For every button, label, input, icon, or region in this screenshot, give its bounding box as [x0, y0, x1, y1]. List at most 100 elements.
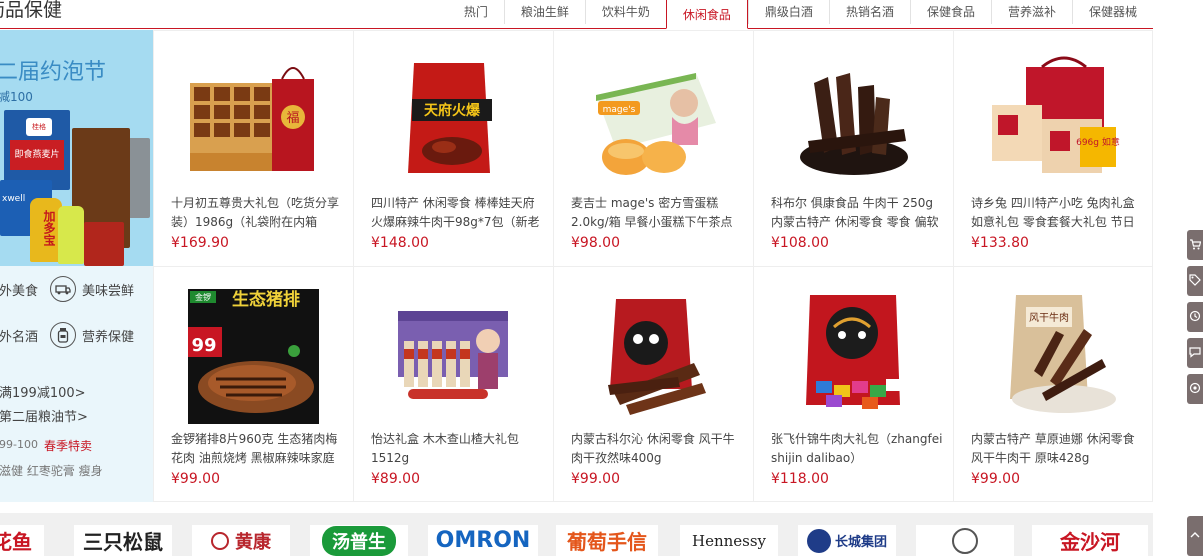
promo-spring-sale[interactable]: 春季特卖 [44, 437, 92, 454]
product-card[interactable]: 科布尔 俱康食品 牛肉干 250g 内蒙古特产 休闲零食 零食 偏软 ¥108.… [753, 30, 953, 266]
brand-logo[interactable]: 汤普生 [310, 525, 408, 556]
brand-logo[interactable]: 三只松鼠 [74, 525, 172, 556]
beef-bag-title: 天府火爆 [424, 102, 481, 119]
promo-link-discount[interactable]: 满199减100> [0, 382, 86, 401]
sidebar-tag[interactable] [1187, 266, 1203, 296]
cat-link-tasty[interactable]: 美味尝鲜 [50, 274, 134, 304]
floor-header: 药品保健 热门 粮油生鲜 饮料牛奶 休闲食品 鼎级白酒 热销名酒 保健食品 营养… [0, 0, 1153, 29]
tab-grain-fresh[interactable]: 粮油生鲜 [503, 0, 585, 24]
product-card[interactable]: 金锣 生态猪排 99 金锣猪排8片960克 生态猪肉梅花肉 油煎烧烤 黑椒麻辣味… [153, 266, 353, 502]
product-price: ¥89.00 [371, 471, 420, 487]
product-image: 696g 如意 [992, 56, 1120, 173]
sidebar-cart[interactable] [1187, 230, 1203, 260]
product-price: ¥169.90 [171, 235, 229, 251]
cat-link-nutrition[interactable]: 营养保健 [50, 320, 134, 350]
brand-name: 汤普生 [322, 525, 396, 556]
promo-link-oil-festival[interactable]: 第二届粮油节> [0, 406, 88, 425]
tab-hot[interactable]: 热门 [448, 0, 504, 24]
product-price: ¥118.00 [771, 471, 829, 487]
product-card[interactable]: 696g 如意 诗乡兔 四川特产小吃 兔肉礼盒 如意礼包 零食套餐大礼包 节日 … [953, 30, 1153, 266]
brand-name: OMRON [435, 528, 531, 553]
product-card[interactable]: 怡达礼盒 木木查山楂大礼包 1512g ¥89.00 [353, 266, 553, 502]
product-grid: 福 十月初五尊贵大礼包（吃货分享装）1986g（礼袋附在内箱 ¥169.90 天… [153, 30, 1153, 502]
brand-logo[interactable]: 金沙河 [1032, 525, 1148, 556]
jiaduobao-label: 加多宝 [42, 210, 56, 246]
product-name[interactable]: 张飞什锦牛肉大礼包（zhangfei shijin dalibao） [771, 430, 943, 468]
sidebar-message[interactable] [1187, 338, 1203, 368]
product-image: mage's [596, 73, 716, 175]
product-name[interactable]: 科布尔 俱康食品 牛肉干 250g 内蒙古特产 休闲零食 零食 偏软 [771, 194, 943, 232]
snack-box-image [84, 222, 124, 266]
brand-name: 长城集团 [834, 535, 887, 550]
floor-title: 药品保健 [0, 0, 63, 21]
brand-logo[interactable]: 花鱼 [0, 525, 44, 556]
product-price: ¥148.00 [371, 235, 429, 251]
brand-seal-icon [952, 527, 978, 554]
cat-link-liquor[interactable]: 外名酒 [0, 320, 38, 350]
pork-price-tag: 99 [191, 335, 216, 356]
product-name[interactable]: 金锣猪排8片960克 生态猪肉梅花肉 油煎烧烤 黑椒麻辣味家庭 [171, 430, 343, 468]
brand-logo[interactable]: 黄康 [192, 525, 290, 556]
history-icon [1189, 310, 1201, 325]
product-price: ¥99.00 [571, 471, 620, 487]
brand-logo[interactable]: Hennessy [680, 525, 778, 556]
product-card[interactable]: 福 十月初五尊贵大礼包（吃货分享装）1986g（礼袋附在内箱 ¥169.90 [153, 30, 353, 266]
brand-logo[interactable]: 葡萄手信 [556, 525, 658, 556]
sidebar-service[interactable] [1187, 374, 1203, 404]
pork-brand: 金锣 [195, 292, 211, 302]
product-card[interactable]: 天府火爆 四川特产 休闲零食 棒棒娃天府火爆麻辣牛肉干98g*7包（新老 ¥14… [353, 30, 553, 266]
cat-link-label: 美味尝鲜 [82, 283, 135, 299]
tab-health-food[interactable]: 保健食品 [909, 0, 991, 24]
product-image [398, 311, 508, 399]
promo-list: 满199减100> 第二届粮油节> 99-100 春季特卖 滋健 红枣驼膏 瘦身 [0, 358, 153, 502]
category-tabs: 热门 粮油生鲜 饮料牛奶 休闲食品 鼎级白酒 热销名酒 保健食品 营养滋补 保健… [448, 0, 1153, 29]
air-dried-label: 风干牛肉 [1029, 311, 1069, 324]
product-name[interactable]: 内蒙古特产 草原迪娜 休闲零食 风干牛肉干 原味428g [971, 430, 1143, 468]
sidebar-back-to-top[interactable] [1187, 516, 1203, 556]
product-image [608, 299, 706, 415]
product-card[interactable]: mage's 麦吉士 mage's 密方雪蛋糕 2.0kg/箱 早餐小蛋糕下午茶… [553, 30, 753, 266]
promo-keywords[interactable]: 滋健 红枣驼膏 瘦身 [0, 462, 103, 479]
cat-link-food[interactable]: 外美食 [0, 274, 38, 304]
service-icon [1189, 382, 1201, 397]
product-card[interactable]: 张飞什锦牛肉大礼包（zhangfei shijin dalibao） ¥118.… [753, 266, 953, 502]
tab-snacks[interactable]: 休闲食品 [665, 0, 748, 29]
promo-banner[interactable]: 二届约泡节 减100 桂格 即食燕麦片 xwell 加多宝 [0, 30, 153, 266]
pork-title: 生态猪排 [232, 289, 300, 310]
sidebar-history[interactable] [1187, 302, 1203, 332]
product-name[interactable]: 麦吉士 mage's 密方雪蛋糕 2.0kg/箱 早餐小蛋糕下午茶点 [571, 194, 743, 232]
maxwell-label: xwell [2, 194, 26, 204]
left-panel: 二届约泡节 减100 桂格 即食燕麦片 xwell 加多宝 外美食 美味尝鲜 外… [0, 30, 153, 502]
product-card[interactable]: 风干牛肉 内蒙古特产 草原迪娜 休闲零食 风干牛肉干 原味428g ¥99.00 [953, 266, 1153, 502]
product-name[interactable]: 四川特产 休闲零食 棒棒娃天府火爆麻辣牛肉干98g*7包（新老 [371, 194, 543, 232]
tab-famous-liquor[interactable]: 热销名酒 [828, 0, 910, 24]
tab-nutrition[interactable]: 营养滋补 [990, 0, 1072, 24]
product-name[interactable]: 诗乡兔 四川特产小吃 兔肉礼盒 如意礼包 零食套餐大礼包 节日 [971, 194, 1143, 232]
promo-price-range[interactable]: 99-100 [0, 438, 38, 451]
brand-logo[interactable] [916, 525, 1014, 556]
oatmeal-label: 即食燕麦片 [10, 140, 64, 170]
gift-box-char: 福 [286, 111, 299, 126]
banner-subtitle: 减100 [0, 90, 33, 104]
cat-link-label: 营养保健 [82, 329, 135, 345]
brand-logo[interactable]: OMRON [428, 525, 538, 556]
message-icon [1189, 346, 1201, 361]
tag-icon [1189, 273, 1201, 289]
product-card[interactable]: 内蒙古科尔沁 休闲零食 风干牛肉干孜然味400g ¥99.00 [553, 266, 753, 502]
category-links: 外美食 美味尝鲜 外名酒 营养保健 [0, 266, 153, 358]
car-icon [50, 276, 76, 302]
product-image: 福 [190, 67, 314, 171]
juice-bottle-image [58, 206, 84, 264]
cart-icon [1189, 238, 1202, 253]
tab-premium-baijiu[interactable]: 鼎级白酒 [747, 0, 829, 24]
brand-logo[interactable]: 长城集团 [798, 525, 896, 556]
product-price: ¥133.80 [971, 235, 1029, 251]
product-name[interactable]: 十月初五尊贵大礼包（吃货分享装）1986g（礼袋附在内箱 [171, 194, 343, 232]
product-image [800, 73, 908, 175]
tab-health-devices[interactable]: 保健器械 [1071, 0, 1153, 24]
product-name[interactable]: 内蒙古科尔沁 休闲零食 风干牛肉干孜然味400g [571, 430, 743, 468]
tab-drinks-milk[interactable]: 饮料牛奶 [584, 0, 666, 24]
brand-name: 三只松鼠 [83, 530, 163, 554]
bottle-icon [50, 322, 76, 348]
product-name[interactable]: 怡达礼盒 木木查山楂大礼包 1512g [371, 430, 543, 468]
